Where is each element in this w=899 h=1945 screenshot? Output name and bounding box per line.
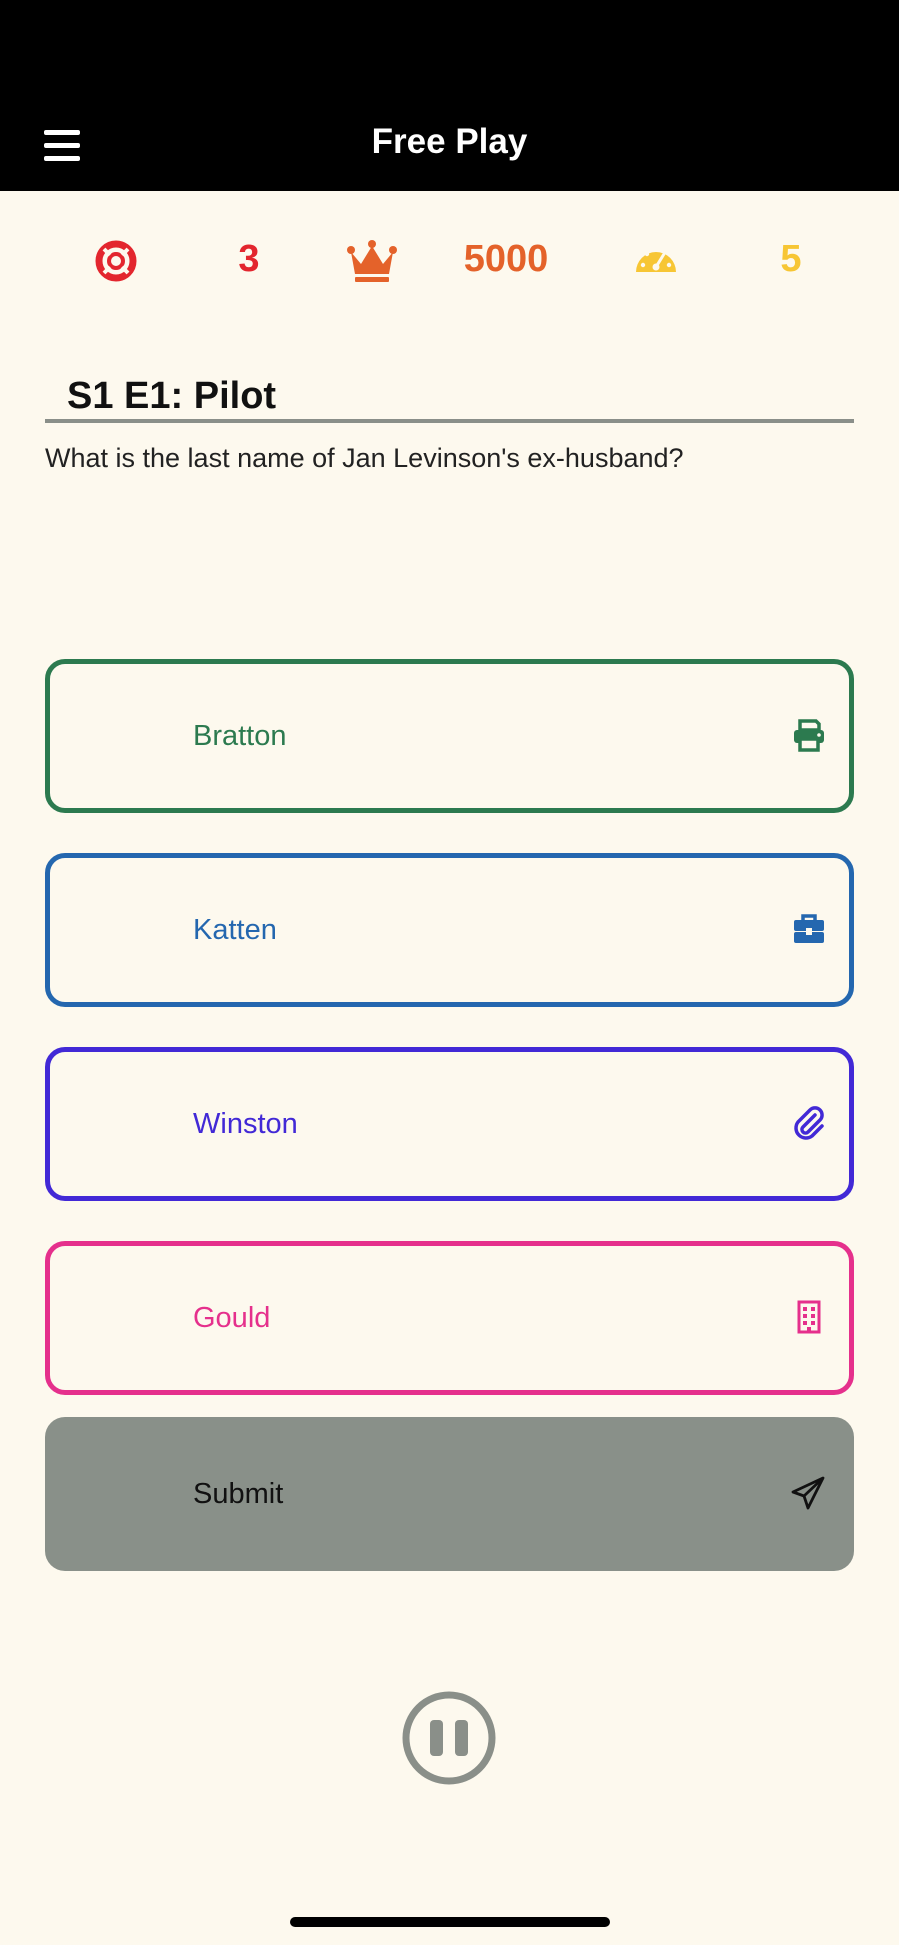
answer-label: Gould [193, 1302, 271, 1334]
printer-icon [794, 719, 824, 752]
pause-icon [402, 1691, 496, 1785]
answer-option-bratton[interactable]: Bratton [45, 659, 854, 813]
lifebuoy-icon [95, 240, 137, 282]
answer-label: Winston [193, 1108, 298, 1140]
speedometer-icon [636, 246, 676, 272]
speed-value: 5 [780, 238, 802, 280]
home-indicator [290, 1917, 610, 1927]
lifelines-count: 3 [238, 238, 260, 280]
crown-icon [347, 240, 397, 282]
answer-option-gould[interactable]: Gould [45, 1241, 854, 1395]
app-header: Free Play [0, 0, 899, 191]
title-divider [45, 419, 854, 423]
paperclip-icon [794, 1106, 824, 1140]
answer-option-katten[interactable]: Katten [45, 853, 854, 1007]
submit-button[interactable]: Submit [45, 1417, 854, 1571]
briefcase-icon [794, 914, 824, 943]
high-score-value: 5000 [463, 238, 549, 280]
page-title: Free Play [371, 122, 528, 161]
stats-bar: 3 5000 5 [0, 232, 899, 292]
send-icon [791, 1476, 825, 1510]
submit-label: Submit [193, 1478, 284, 1510]
pause-button[interactable] [401, 1690, 497, 1786]
answer-label: Katten [193, 914, 277, 946]
answer-label: Bratton [193, 720, 287, 752]
episode-title: S1 E1: Pilot [67, 375, 277, 417]
question-text: What is the last name of Jan Levinson's … [45, 443, 684, 473]
answer-option-winston[interactable]: Winston [45, 1047, 854, 1201]
building-icon [797, 1300, 821, 1334]
